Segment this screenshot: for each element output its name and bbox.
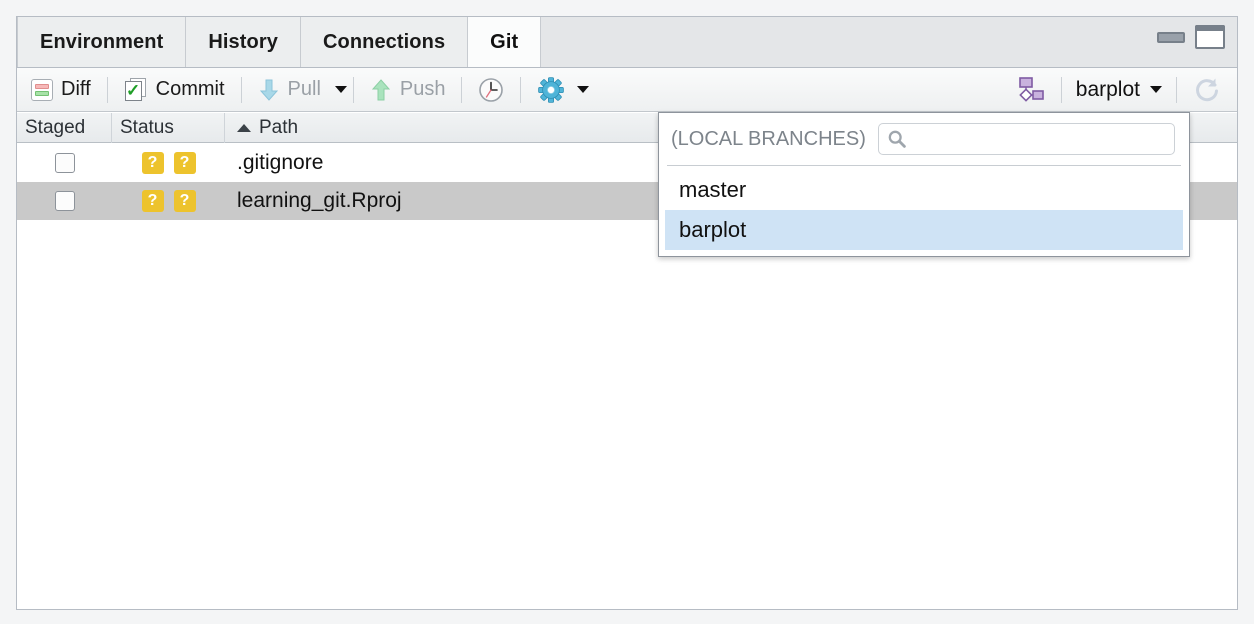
branch-popup-section-label: (LOCAL BRANCHES)	[671, 127, 866, 150]
more-menu-caret-icon	[577, 86, 590, 93]
staged-checkbox[interactable]	[54, 191, 75, 211]
push-button[interactable]: Push	[360, 73, 456, 107]
branch-item-barplot-label: barplot	[679, 217, 747, 242]
diff-button[interactable]: Diff	[21, 73, 101, 107]
clock-icon	[479, 77, 504, 102]
status-badge: ?	[141, 190, 164, 212]
maximize-icon[interactable]	[1195, 25, 1225, 49]
toolbar-separator	[352, 76, 354, 103]
staged-cell	[17, 191, 112, 211]
diff-button-label: Diff	[61, 78, 91, 100]
pull-button-label: Pull	[287, 78, 321, 100]
column-header-status[interactable]: Status	[112, 112, 225, 143]
branch-search-input[interactable]	[912, 127, 1166, 151]
branch-search-box[interactable]	[877, 123, 1175, 155]
refresh-icon	[1196, 78, 1218, 101]
column-header-path-label: Path	[259, 116, 299, 138]
tab-strip-spacer	[541, 17, 1157, 67]
pane-tab-strip: Environment History Connections Git	[16, 16, 1238, 68]
tab-connections[interactable]: Connections	[300, 17, 469, 67]
status-cell: ? ?	[112, 152, 225, 174]
git-toolbar: Diff ✓ Commit Pull Push barplot	[17, 68, 1237, 112]
tab-git[interactable]: Git	[468, 17, 542, 67]
branch-popup-header: (LOCAL BRANCHES)	[659, 113, 1189, 165]
pull-dropdown-caret-icon[interactable]	[334, 86, 347, 93]
rstudio-git-pane: Environment History Connections Git Diff	[0, 0, 1254, 624]
branch-dropdown-popup: (LOCAL BRANCHES) master barplot	[658, 112, 1190, 257]
tab-environment-label: Environment	[40, 30, 164, 53]
toolbar-separator	[461, 76, 463, 103]
toolbar-separator	[106, 76, 108, 103]
tab-environment[interactable]: Environment	[17, 17, 187, 67]
status-badge: ?	[141, 152, 164, 174]
toolbar-separator	[1176, 76, 1177, 103]
refresh-button[interactable]	[1183, 73, 1233, 107]
diff-icon	[31, 78, 53, 101]
branch-popup-list: master barplot	[659, 166, 1189, 256]
status-badge: ?	[173, 152, 196, 174]
pane-window-controls	[1157, 17, 1237, 67]
arrow-up-icon	[371, 78, 391, 100]
status-cell: ? ?	[112, 190, 225, 212]
toolbar-separator	[520, 76, 522, 103]
branch-selector-button[interactable]: barplot	[1068, 73, 1170, 107]
staged-cell	[17, 153, 112, 173]
status-badge: ?	[173, 190, 196, 212]
toolbar-separator	[1060, 76, 1062, 103]
minimize-icon[interactable]	[1157, 31, 1185, 43]
commit-button-label: Commit	[155, 78, 225, 100]
tab-connections-label: Connections	[322, 30, 446, 53]
history-button[interactable]	[468, 73, 514, 107]
search-icon	[888, 130, 906, 148]
branch-network-icon	[1018, 76, 1044, 102]
commit-icon: ✓	[124, 77, 148, 102]
arrow-down-icon	[259, 79, 278, 101]
push-button-label: Push	[399, 78, 446, 100]
branch-network-button[interactable]	[1005, 73, 1055, 107]
branch-item-barplot[interactable]: barplot	[665, 210, 1183, 250]
column-header-status-label: Status	[120, 116, 174, 138]
staged-checkbox[interactable]	[54, 153, 75, 173]
tab-git-label: Git	[490, 30, 519, 53]
branch-selector-label: barplot	[1075, 77, 1140, 101]
column-header-staged[interactable]: Staged	[17, 112, 112, 143]
more-menu-button[interactable]	[527, 73, 599, 107]
branch-selector-caret-icon	[1150, 86, 1162, 93]
pull-button[interactable]: Pull	[248, 73, 331, 107]
branch-item-master-label: master	[679, 177, 747, 202]
toolbar-separator	[240, 76, 242, 103]
gear-icon	[538, 76, 565, 103]
column-header-staged-label: Staged	[25, 116, 86, 138]
commit-button[interactable]: ✓ Commit	[114, 73, 235, 107]
tab-history[interactable]: History	[186, 17, 301, 67]
sort-ascending-icon	[237, 123, 251, 132]
tab-history-label: History	[208, 30, 278, 53]
branch-item-master[interactable]: master	[665, 170, 1183, 210]
